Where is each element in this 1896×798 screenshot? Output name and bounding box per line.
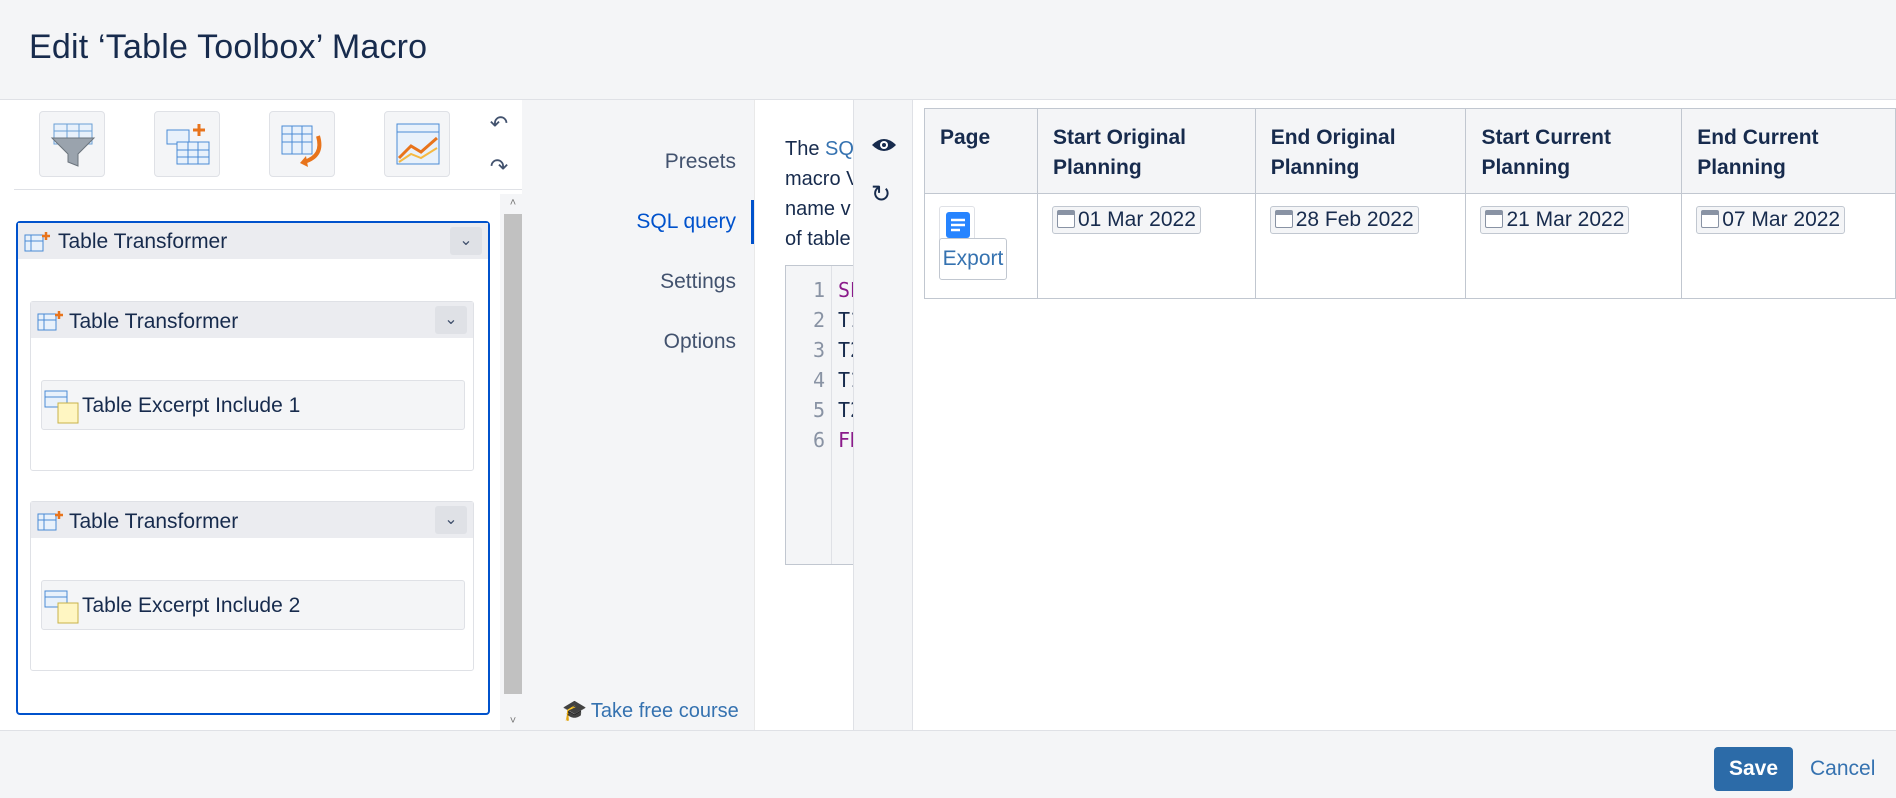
chevron-down-icon[interactable]: ⌄ <box>450 227 482 255</box>
line-number: 3 <box>812 338 825 362</box>
tree-leaf-node[interactable]: Table Excerpt Include 1 <box>41 380 465 430</box>
table-excerpt-include-icon <box>44 389 80 430</box>
scroll-up-icon[interactable]: ˄ <box>504 194 522 212</box>
calendar-icon <box>1056 210 1075 228</box>
nav-options[interactable]: Options <box>664 330 736 354</box>
calendar-icon <box>1485 210 1504 228</box>
code-line: SE <box>838 278 854 302</box>
nav-presets[interactable]: Presets <box>665 150 736 174</box>
line-number: 2 <box>812 308 825 332</box>
undo-icon[interactable]: ↶ <box>484 109 514 139</box>
line-number: 6 <box>812 428 825 452</box>
graduation-cap-icon: 🎓 <box>562 700 587 722</box>
column-header: End Original Planning <box>1254 108 1467 194</box>
code-line: T1 <box>838 368 854 392</box>
sql-desc-text: name v <box>785 198 851 220</box>
date-lozenge: 07 Mar 2022 <box>1696 206 1846 234</box>
line-number: 4 <box>812 368 825 392</box>
table-cell: Export <box>924 193 1038 299</box>
sql-description: The SQ macro V name v of table <box>785 134 854 254</box>
cancel-button[interactable]: Cancel <box>1810 757 1875 781</box>
table-row: Export 01 Mar 2022 28 Feb 2022 21 Mar 20… <box>924 193 1896 299</box>
date-lozenge: 28 Feb 2022 <box>1269 206 1419 234</box>
dialog-header: Edit ‘Table Toolbox’ Macro <box>0 0 1896 100</box>
date-text: 01 Mar 2022 <box>1077 208 1196 231</box>
line-number: 1 <box>812 278 825 302</box>
column-header: Start Original Planning <box>1036 108 1256 194</box>
table-cell: 28 Feb 2022 <box>1254 193 1467 299</box>
code-line: T2 <box>838 338 854 362</box>
column-header: End Current Planning <box>1681 108 1896 194</box>
sql-help-link[interactable]: SQ <box>825 138 854 160</box>
tree-leaf-node[interactable]: Table Excerpt Include 2 <box>41 580 465 630</box>
tree-child-header[interactable]: Table Transformer ⌄ <box>31 302 473 338</box>
nav-settings[interactable]: Settings <box>660 270 736 294</box>
chart-icon[interactable] <box>384 111 450 177</box>
add-table-icon[interactable] <box>154 111 220 177</box>
export-widget: Export <box>939 206 1019 286</box>
macro-toolbar: ↶ ↷ <box>14 100 522 190</box>
sql-desc-text: macro V <box>785 168 854 190</box>
refresh-icon[interactable]: ↻ <box>871 180 891 209</box>
tree-child-node[interactable]: Table Transformer ⌄ Table Excerpt Includ… <box>30 501 474 671</box>
column-header: Page <box>924 108 1038 194</box>
calendar-icon <box>1274 210 1293 228</box>
tree-child-node[interactable]: Table Transformer ⌄ Table Excerpt Includ… <box>30 301 474 471</box>
calendar-icon <box>1701 210 1720 228</box>
table-excerpt-include-icon <box>44 589 80 630</box>
tree-scrollbar[interactable]: ˄ ˅ <box>500 194 522 730</box>
filter-table-icon[interactable] <box>39 111 105 177</box>
preview-table: Page Start Original Planning End Origina… <box>924 108 1896 299</box>
course-label: Take free course <box>590 700 739 722</box>
table-transformer-icon <box>37 310 65 337</box>
scrollbar-thumb[interactable] <box>504 214 522 694</box>
table-cell: 21 Mar 2022 <box>1465 193 1683 299</box>
code-line: FR <box>838 428 854 452</box>
date-lozenge: 01 Mar 2022 <box>1051 206 1201 234</box>
date-lozenge: 21 Mar 2022 <box>1480 206 1630 234</box>
table-cell: 01 Mar 2022 <box>1036 193 1256 299</box>
nav-sql-query[interactable]: SQL query <box>636 210 736 234</box>
scroll-down-icon[interactable]: ˅ <box>504 712 522 730</box>
export-button[interactable]: Export <box>939 238 1007 280</box>
table-transformer-icon <box>37 510 65 537</box>
take-free-course-link[interactable]: 🎓 Take free course <box>562 698 739 723</box>
table-cell: 07 Mar 2022 <box>1681 193 1896 299</box>
chevron-down-icon[interactable]: ⌄ <box>435 506 467 534</box>
tree-child-label: Table Transformer <box>69 510 239 533</box>
code-line: T2 <box>838 398 854 422</box>
redo-icon[interactable]: ↷ <box>484 152 514 182</box>
transform-table-icon[interactable] <box>269 111 335 177</box>
code-line: T1 <box>838 308 854 332</box>
sql-desc-text: of table <box>785 228 851 250</box>
dialog-footer: Save Cancel <box>0 730 1896 798</box>
tree-root-label: Table Transformer <box>58 230 228 253</box>
eye-icon[interactable] <box>871 136 897 159</box>
sql-editor[interactable]: 1 2 3 4 5 6 SE T1 T2 T1 T2 FR <box>785 265 854 565</box>
tree-leaf-label: Table Excerpt Include 1 <box>82 394 301 417</box>
column-header: Start Current Planning <box>1465 108 1683 194</box>
tree-child-header[interactable]: Table Transformer ⌄ <box>31 502 473 538</box>
tree-child-label: Table Transformer <box>69 310 239 333</box>
dialog-title: Edit ‘Table Toolbox’ Macro <box>29 28 428 66</box>
date-text: 28 Feb 2022 <box>1295 208 1414 231</box>
tree-leaf-label: Table Excerpt Include 2 <box>82 594 301 617</box>
preview-panel: Page Start Original Planning End Origina… <box>913 100 1896 730</box>
sql-desc-text: The <box>785 138 826 160</box>
save-button[interactable]: Save <box>1714 747 1793 791</box>
chevron-down-icon[interactable]: ⌄ <box>435 306 467 334</box>
line-gutter: 1 2 3 4 5 6 <box>786 266 832 564</box>
sql-query-pane: The SQ macro V name v of table 1 2 3 4 5… <box>754 100 854 730</box>
preview-controls: ↻ <box>853 100 913 730</box>
tree-root-node[interactable]: Table Transformer ⌄ Table Transformer ⌄ … <box>16 221 490 715</box>
date-text: 21 Mar 2022 <box>1506 208 1625 231</box>
settings-nav: Presets SQL query Settings Options 🎓 Take… <box>522 100 754 730</box>
table-header-row: Page Start Original Planning End Origina… <box>924 108 1896 194</box>
document-icon[interactable] <box>939 206 975 242</box>
tree-root-header[interactable]: Table Transformer ⌄ <box>18 223 488 259</box>
line-number: 5 <box>812 398 825 422</box>
date-text: 07 Mar 2022 <box>1722 208 1841 231</box>
table-transformer-icon <box>24 231 52 258</box>
